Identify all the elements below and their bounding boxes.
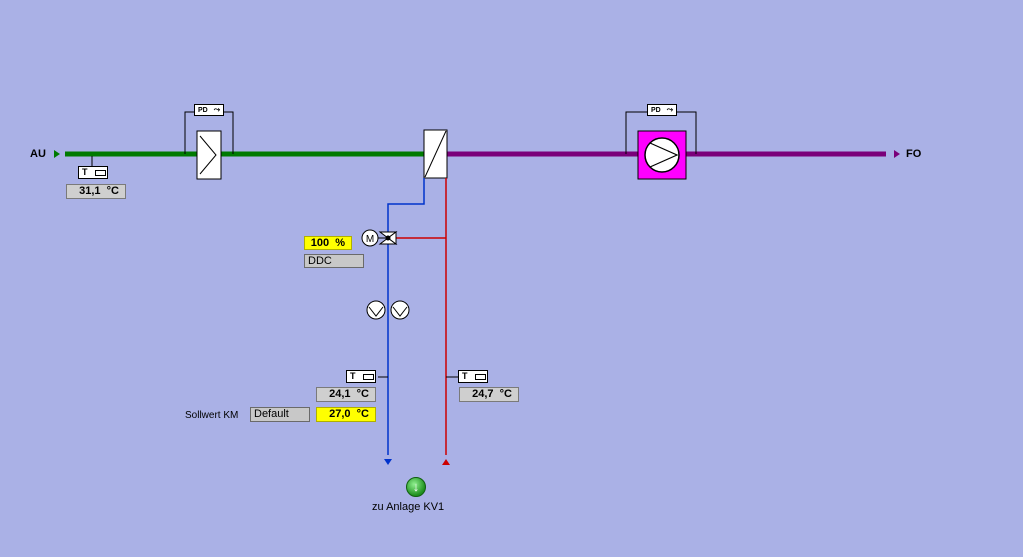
supply-temp-number: 24,1 — [329, 388, 351, 400]
sensor-probe-icon — [363, 373, 375, 380]
inlet-label: AU — [30, 148, 46, 160]
supply-temp-tag-label: T — [350, 371, 356, 381]
fan-dp-tag[interactable]: PD ⤳ — [647, 104, 677, 116]
supply-arrow-icon — [384, 459, 392, 465]
sensor-probe-icon — [95, 169, 107, 176]
inlet-arrow-icon — [54, 150, 60, 158]
fan-icon — [637, 130, 687, 180]
outdoor-temp-tag[interactable]: T — [78, 166, 108, 179]
valve-position-unit: % — [335, 237, 345, 249]
pump-right-icon — [390, 300, 410, 320]
arrow-down-circle-icon[interactable]: ↓ — [406, 477, 426, 497]
supply-temp-unit: °C — [356, 388, 369, 400]
return-temp-tag-label: T — [462, 371, 468, 381]
valve-position-value[interactable]: 100 % — [304, 236, 352, 250]
sensor-probe-icon — [475, 373, 487, 380]
filter-dp-label: PD — [198, 107, 208, 114]
setpoint-mode-button[interactable]: Default — [250, 407, 310, 422]
fan-dp-label: PD — [651, 107, 661, 114]
outlet-arrow-icon — [894, 150, 900, 158]
setpoint-unit: °C — [356, 408, 369, 420]
setpoint-label: Sollwert KM — [185, 410, 239, 421]
valve-motor-label: M — [366, 234, 374, 245]
outdoor-temp-value[interactable]: 31,1 °C — [66, 184, 126, 199]
return-temp-tag[interactable]: T — [458, 370, 488, 383]
process-diagram: M — [54, 111, 900, 465]
dp-switch-icon: ⤳ — [666, 105, 674, 114]
filter-icon — [196, 130, 222, 180]
outdoor-temp-unit: °C — [106, 185, 119, 197]
cooling-coil-icon — [423, 129, 448, 179]
outlet-label: FO — [906, 148, 922, 160]
supply-temp-value[interactable]: 24,1 °C — [316, 387, 376, 402]
pump-left-icon — [366, 300, 386, 320]
return-temp-unit: °C — [499, 388, 512, 400]
return-arrow-icon — [442, 459, 450, 465]
valve-mode-button[interactable]: DDC — [304, 254, 364, 268]
outdoor-temp-tag-label: T — [82, 167, 88, 177]
setpoint-number: 27,0 — [329, 408, 351, 420]
outdoor-temp-number: 31,1 — [79, 185, 101, 197]
return-temp-number: 24,7 — [472, 388, 494, 400]
dp-switch-icon: ⤳ — [213, 105, 221, 114]
filter-dp-tag[interactable]: PD ⤳ — [194, 104, 224, 116]
supply-temp-tag[interactable]: T — [346, 370, 376, 383]
return-temp-value[interactable]: 24,7 °C — [459, 387, 519, 402]
link-label[interactable]: zu Anlage KV1 — [372, 501, 444, 514]
setpoint-value[interactable]: 27,0 °C — [316, 407, 376, 422]
valve-position-number: 100 — [310, 237, 330, 249]
